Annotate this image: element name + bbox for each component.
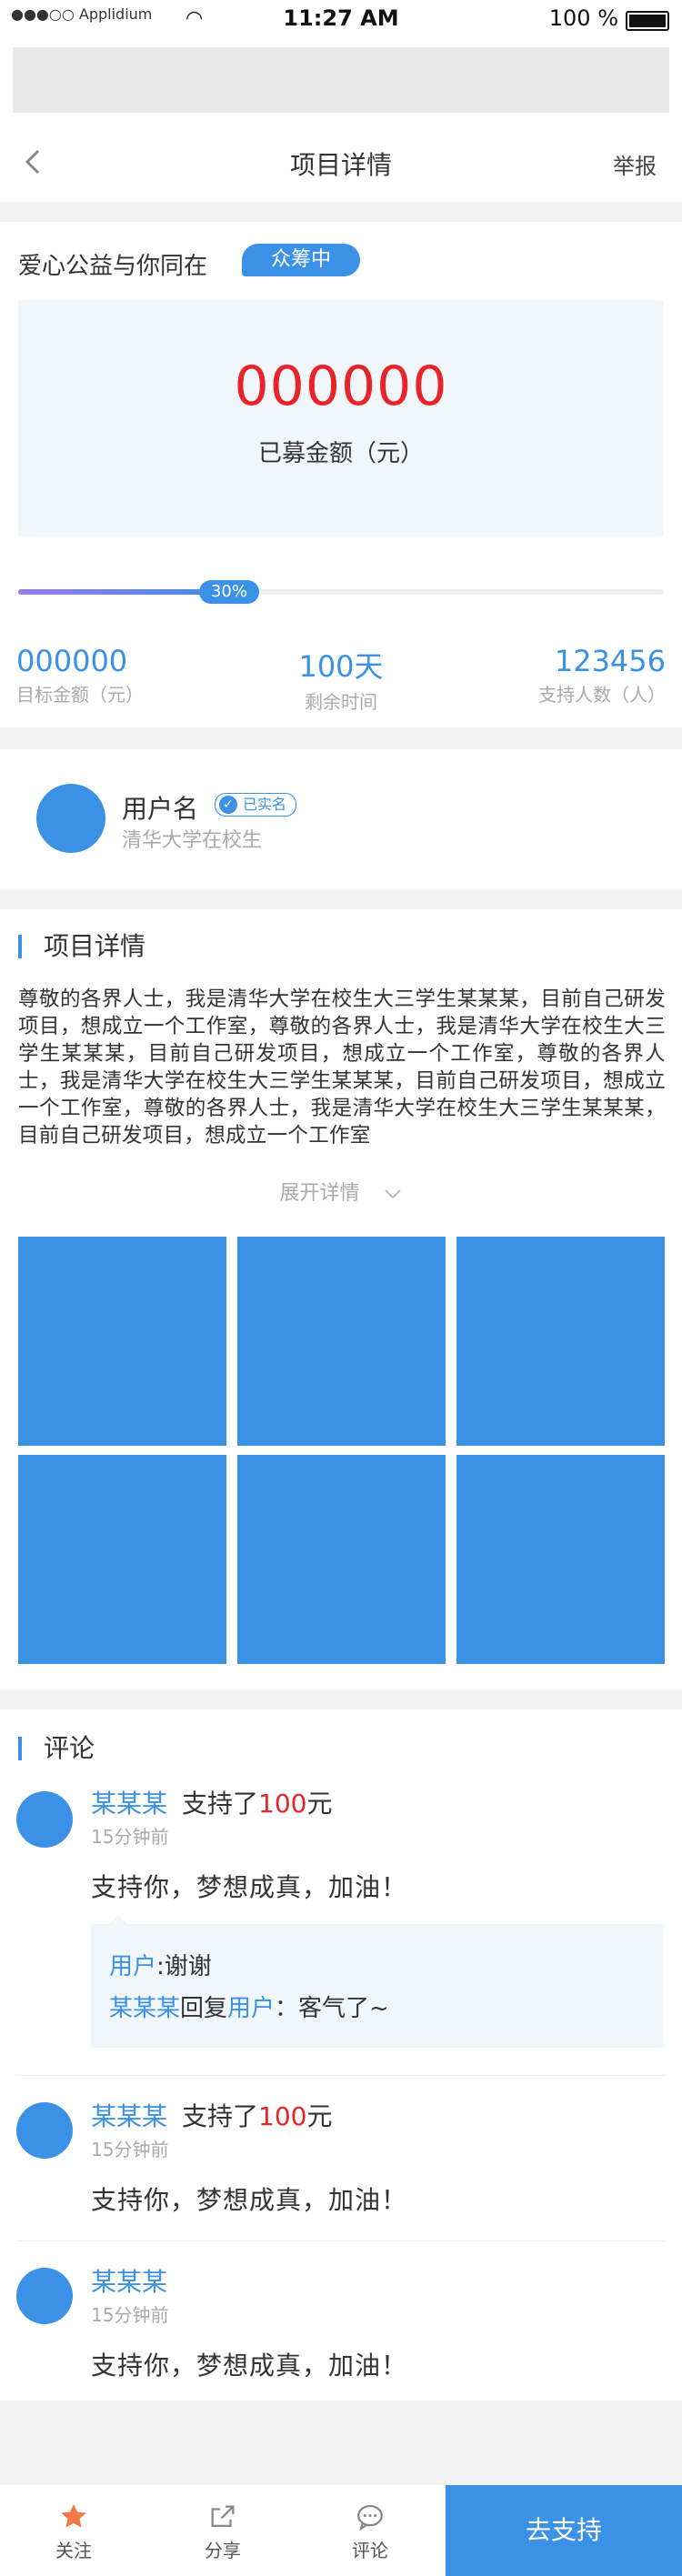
page-title: 项目详情 xyxy=(289,150,392,180)
avatar[interactable] xyxy=(16,1791,73,1848)
comments-title: 评论 xyxy=(18,1736,95,1761)
stat-supporters: 123456 支持人数（人） xyxy=(436,644,666,707)
gallery-image[interactable] xyxy=(456,1455,665,1664)
report-button[interactable]: 举报 xyxy=(613,148,657,180)
support-amount: 100 xyxy=(258,2101,307,2131)
stat-remaining-value: 100天 xyxy=(298,649,384,684)
banner-placeholder xyxy=(13,47,669,113)
reply-text: ：客气了~ xyxy=(275,1995,389,2022)
expand-details-button[interactable]: 展开详情 xyxy=(0,1177,682,1206)
reply-user[interactable]: 用户 xyxy=(109,1953,156,1980)
details-title: 项目详情 xyxy=(18,934,145,959)
reply-box xyxy=(91,1915,664,2048)
comment-time: 15分钟前 xyxy=(91,1826,169,1848)
battery-icon xyxy=(626,11,669,31)
status-badge: 众筹中 xyxy=(242,244,360,276)
support-prefix: 支持了 xyxy=(182,1789,259,1819)
project-slogan: 爱心公益与你同在 xyxy=(18,253,208,280)
support-amount: 100 xyxy=(258,1789,307,1819)
tab-share[interactable]: 分享 xyxy=(155,2485,291,2576)
avatar[interactable] xyxy=(16,2102,73,2159)
stat-target-label: 目标金额（元） xyxy=(16,684,144,706)
comment-support-info: 支持了100元 xyxy=(182,2101,332,2131)
tab-comment-label: 评论 xyxy=(352,2540,388,2561)
reply-line: 用户:谢谢 xyxy=(109,1948,212,1981)
comment-icon xyxy=(302,2501,438,2532)
comment-text: 支持你，梦想成真，加油！ xyxy=(91,1872,408,1902)
tab-share-label: 分享 xyxy=(205,2540,241,2561)
support-unit: 元 xyxy=(306,1789,333,1819)
stat-remaining-label: 剩余时间 xyxy=(305,691,377,713)
gallery-image[interactable] xyxy=(456,1237,665,1446)
verified-label: 已实名 xyxy=(243,796,287,813)
comment-text: 支持你，梦想成真，加油！ xyxy=(91,2185,408,2215)
avatar[interactable] xyxy=(36,784,105,853)
raised-amount-label: 已募金额（元） xyxy=(257,440,424,467)
chevron-down-icon xyxy=(384,1189,401,1199)
check-icon: ✓ xyxy=(219,796,237,814)
comment-author-name[interactable]: 某某某 xyxy=(91,2101,167,2131)
reply-line: 某某某回复用户：客气了~ xyxy=(109,1990,389,2023)
star-icon xyxy=(5,2501,142,2532)
expand-label: 展开详情 xyxy=(279,1182,360,1205)
tab-follow[interactable]: 关注 xyxy=(5,2485,142,2576)
support-prefix: 支持了 xyxy=(182,2101,259,2131)
stat-target-value: 000000 xyxy=(16,644,128,678)
gallery-image[interactable] xyxy=(18,1455,226,1664)
comment-text: 支持你，梦想成真，加油！ xyxy=(91,2350,408,2381)
reply-author[interactable]: 某某某 xyxy=(109,1995,180,2022)
gallery-image[interactable] xyxy=(237,1237,446,1446)
stat-remaining-time: 100天 剩余时间 xyxy=(227,644,455,714)
user-school: 清华大学在校生 xyxy=(122,829,263,852)
reply-target-user[interactable]: 用户 xyxy=(227,1995,275,2022)
reply-text: :谢谢 xyxy=(156,1953,212,1980)
battery-percent: 100 % xyxy=(548,5,618,31)
avatar[interactable] xyxy=(16,2268,73,2324)
support-button[interactable]: 去支持 xyxy=(446,2485,682,2576)
raised-amount: 000000 xyxy=(234,355,448,418)
comment-author: 某某某 支持了100元 xyxy=(91,1784,333,1820)
image-grid xyxy=(18,1237,666,1664)
reply-verb: 回复 xyxy=(180,1995,228,2022)
user-name: 用户名 xyxy=(122,794,199,824)
raised-amount-box xyxy=(18,300,664,536)
divider xyxy=(16,2075,666,2076)
tab-follow-label: 关注 xyxy=(55,2540,92,2561)
divider xyxy=(16,2240,666,2241)
comment-author-name[interactable]: 某某某 xyxy=(91,1789,167,1819)
comment-author-name[interactable]: 某某某 xyxy=(91,2262,167,2299)
comment-time: 15分钟前 xyxy=(91,2139,169,2160)
stat-supporters-label: 支持人数（人） xyxy=(538,684,666,706)
stat-supporters-value: 123456 xyxy=(554,644,666,678)
comment-author: 某某某 支持了100元 xyxy=(91,2097,333,2133)
verified-badge: ✓ 已实名 xyxy=(215,793,297,817)
comment-support-info: 支持了100元 xyxy=(182,1789,332,1819)
support-unit: 元 xyxy=(306,2101,333,2131)
stat-target: 000000 目标金额（元） xyxy=(16,644,244,707)
details-text: 尊敬的各界人士，我是清华大学在校生大三学生某某某，目前自己研发项目，想成立一个工… xyxy=(18,987,666,1148)
share-icon xyxy=(155,2501,291,2532)
gallery-image[interactable] xyxy=(237,1455,446,1664)
progress-percent-badge: 30% xyxy=(199,580,259,604)
comment-time: 15分钟前 xyxy=(91,2304,169,2326)
tab-comment[interactable]: 评论 xyxy=(302,2485,438,2576)
gallery-image[interactable] xyxy=(18,1237,226,1446)
